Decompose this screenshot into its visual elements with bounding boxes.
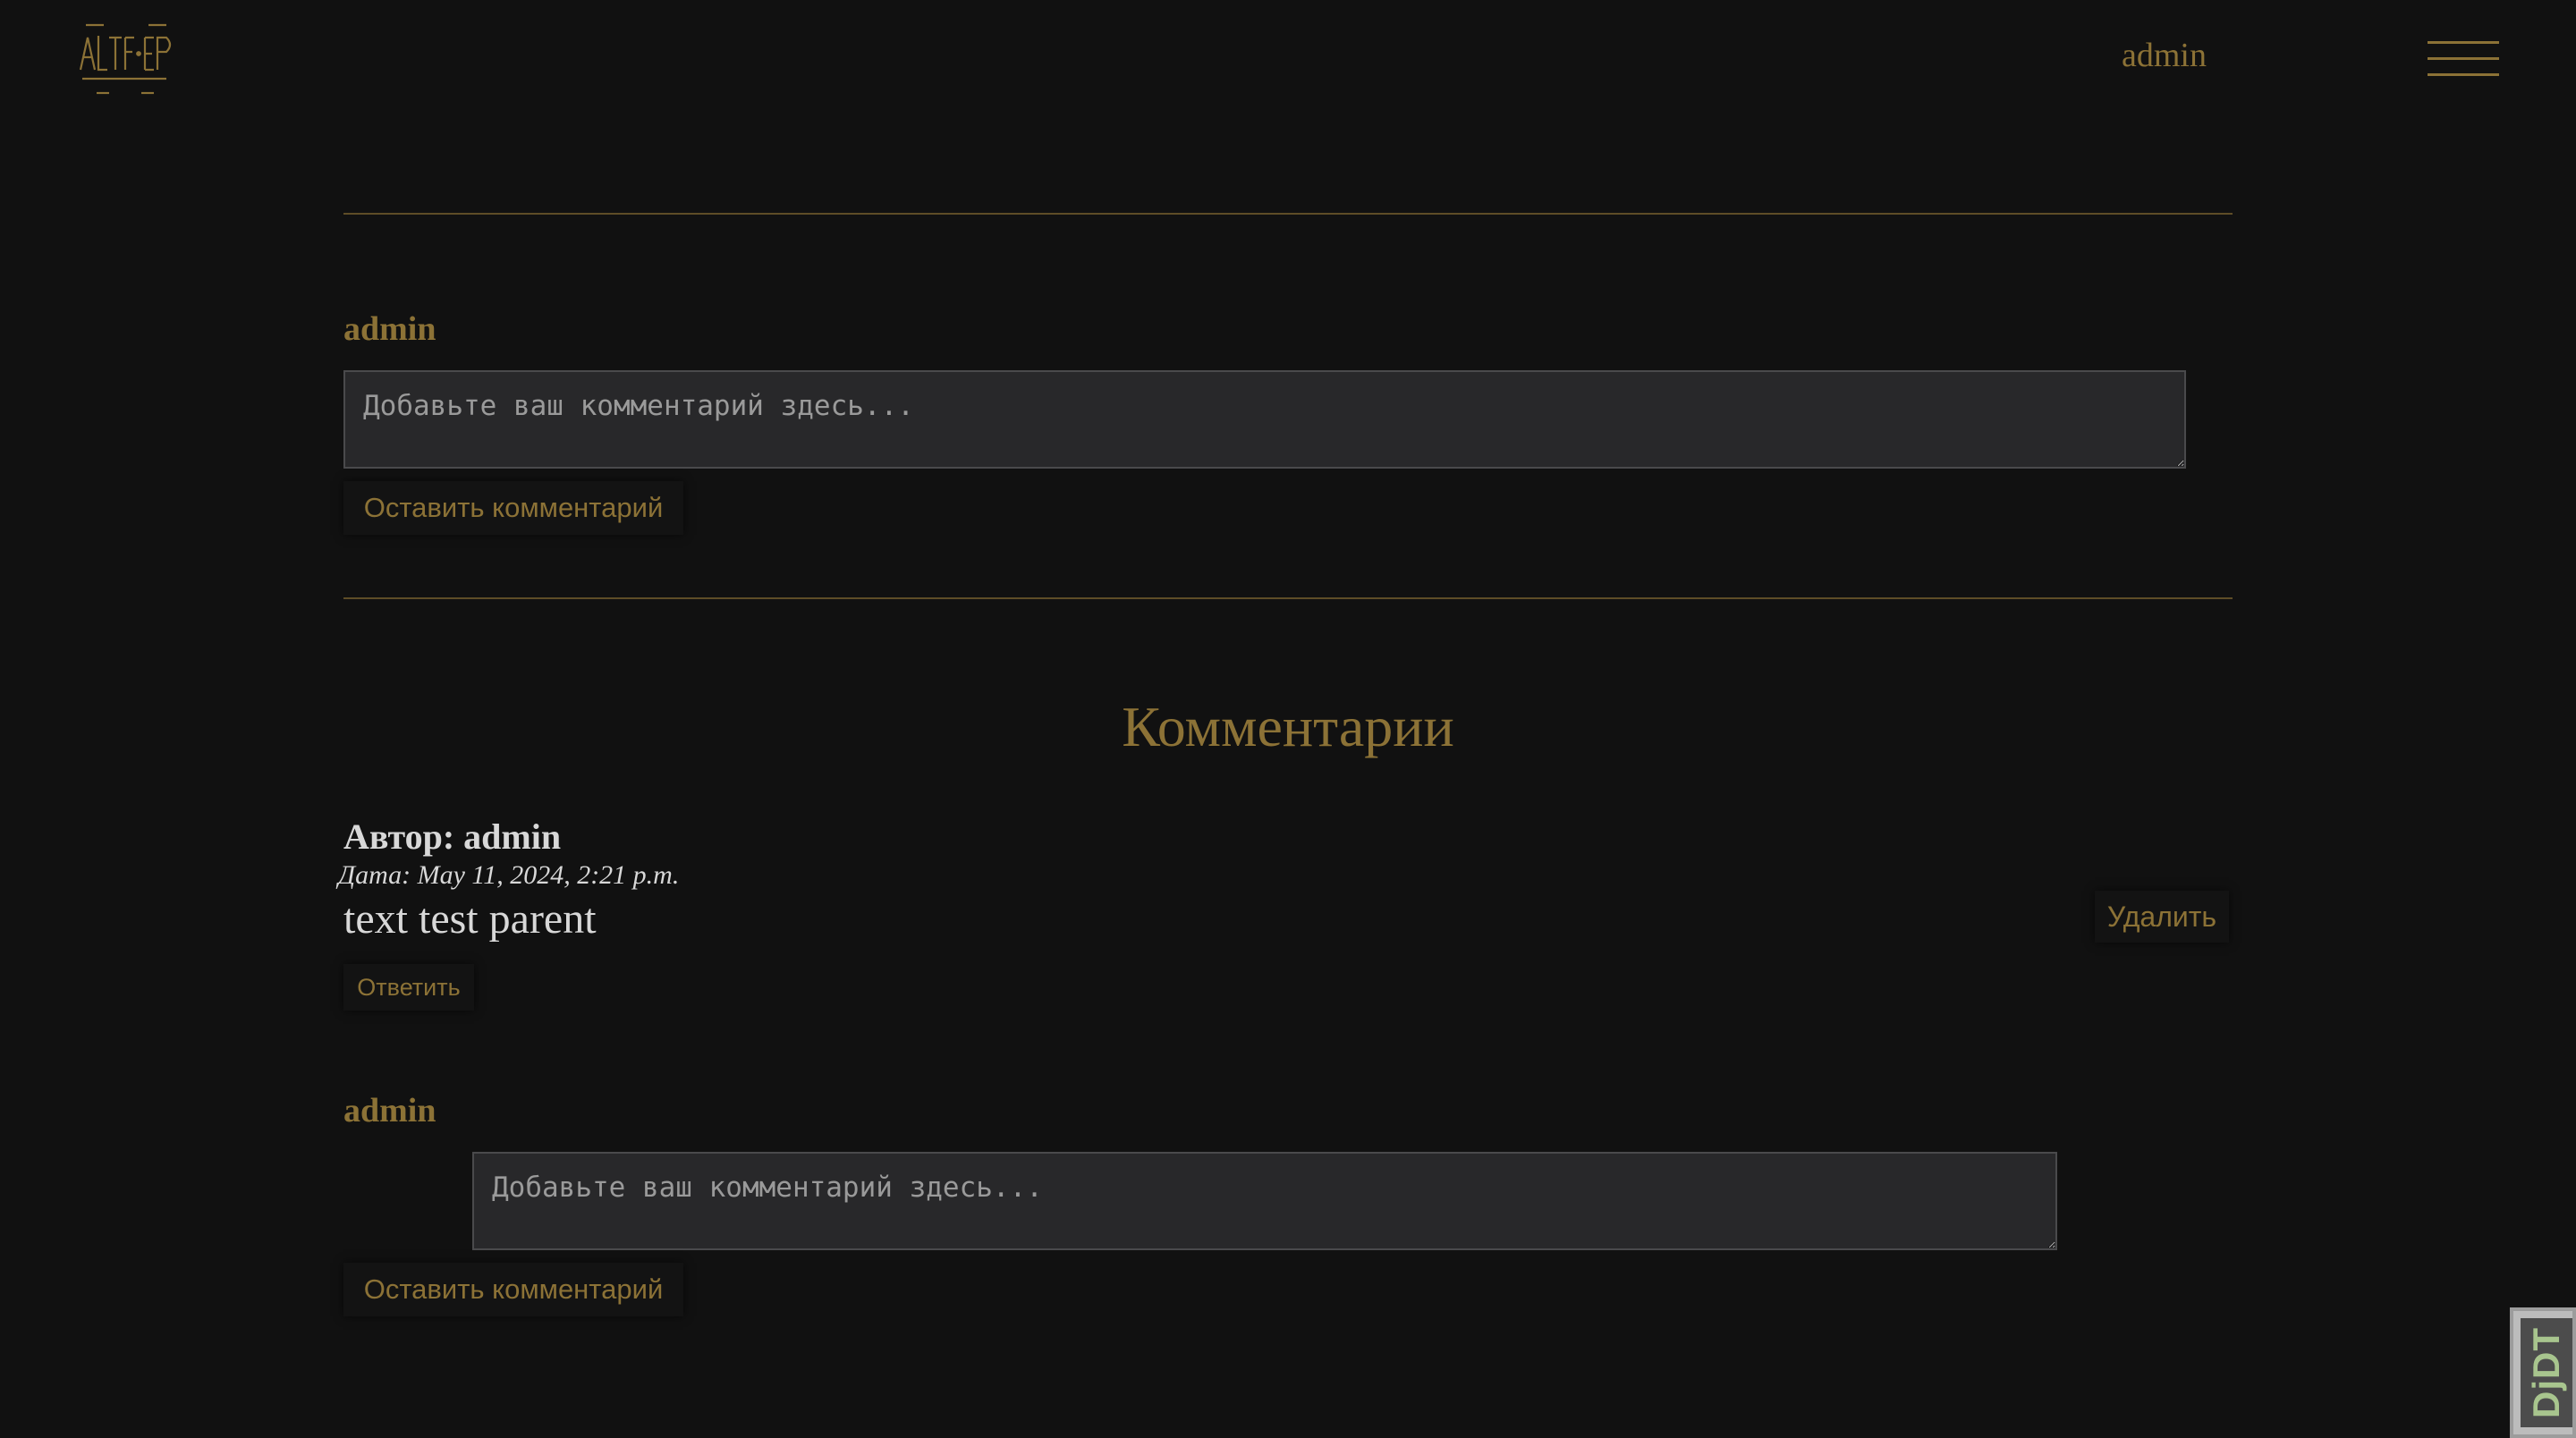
debug-toolbar-inner: DjDT <box>2521 1318 2572 1427</box>
hamburger-menu-icon[interactable] <box>2428 41 2499 77</box>
comment-input[interactable] <box>343 370 2186 469</box>
site-header: admin <box>0 0 2576 116</box>
reply-form-author: admin <box>343 1092 436 1129</box>
header-username[interactable]: admin <box>2122 36 2207 75</box>
comment-author: Автор: admin <box>343 816 562 857</box>
site-logo[interactable] <box>77 20 179 100</box>
comment-form-author: admin <box>343 310 436 348</box>
comment-date: Дата: May 11, 2024, 2:21 p.m. <box>338 860 680 890</box>
comments-section-title: Комментарии <box>1122 695 1454 758</box>
submit-comment-button[interactable]: Оставить комментарий <box>343 481 683 535</box>
submit-reply-button[interactable]: Оставить комментарий <box>343 1263 683 1316</box>
divider-top <box>343 213 2233 215</box>
reply-input[interactable] <box>472 1152 2057 1250</box>
divider-middle <box>343 597 2233 599</box>
comment-text: text test parent <box>343 895 597 943</box>
delete-comment-button[interactable]: Удалить <box>2095 891 2229 943</box>
reply-button[interactable]: Ответить <box>343 964 474 1011</box>
logo-mark <box>79 23 172 95</box>
debug-toolbar-handle[interactable]: DjDT <box>2510 1307 2576 1438</box>
debug-toolbar-label: DjDT <box>2525 1327 2567 1418</box>
